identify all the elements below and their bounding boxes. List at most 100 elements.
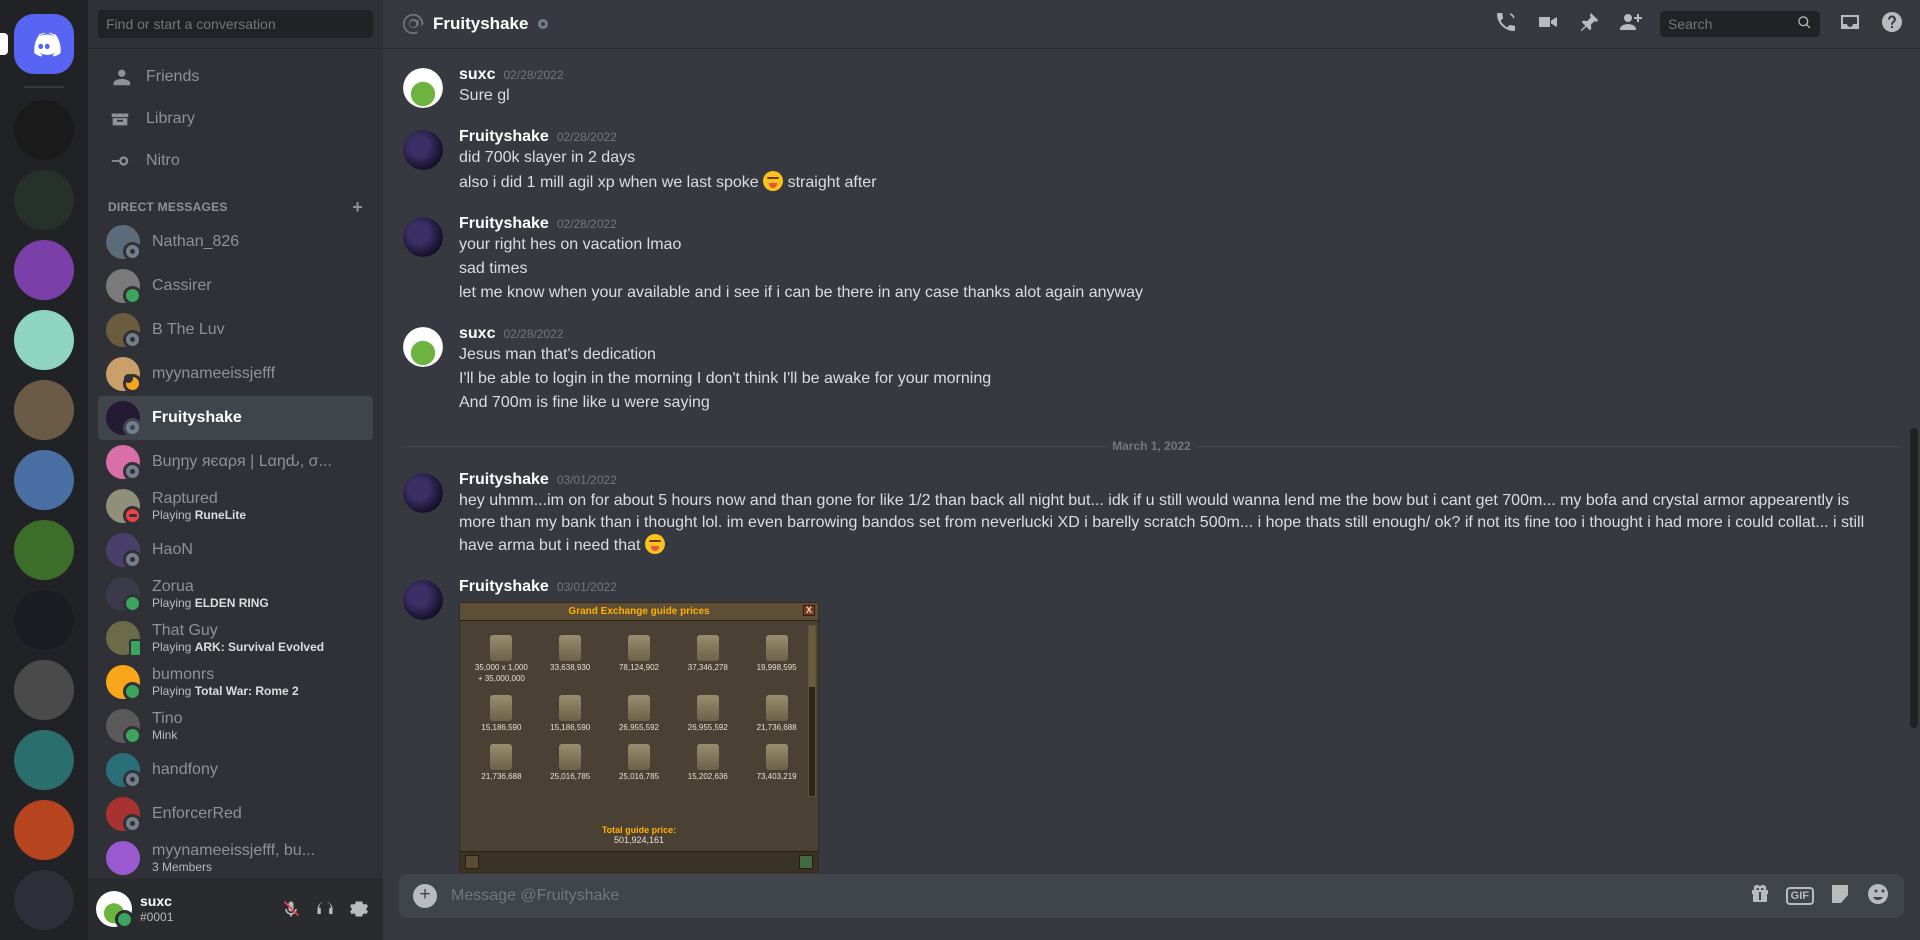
image-attachment-ge-prices[interactable]: Grand Exchange guide prices X 35,000 x 1,0… <box>459 602 819 873</box>
message-author[interactable]: suxc <box>459 325 495 343</box>
message-timestamp: 03/01/2022 <box>556 580 617 594</box>
guild-item[interactable] <box>0 100 88 160</box>
dm-subtitle: 3 Members <box>152 860 213 874</box>
help-icon[interactable] <box>1880 10 1904 39</box>
avatar <box>106 621 142 657</box>
dm-item-raptured[interactable]: Raptured Playing RuneLite <box>98 484 373 528</box>
guild-item[interactable] <box>0 240 88 300</box>
message-text: Sure gl <box>459 87 510 104</box>
inbox-icon[interactable] <box>1838 10 1862 39</box>
avatar[interactable] <box>403 217 443 257</box>
dm-scroll-area[interactable]: Friends Library Nitro DIRECT MESSAGES + … <box>88 48 383 878</box>
message-composer[interactable]: + Message @Fruityshake GIF <box>399 874 1904 918</box>
close-icon[interactable]: X <box>803 605 815 616</box>
ge-left-button[interactable] <box>465 855 479 869</box>
search-placeholder: Search <box>1668 16 1713 32</box>
dm-item-haon[interactable]: HaoN <box>98 528 373 572</box>
dm-item-fruityshake[interactable]: Fruityshake <box>98 396 373 440</box>
ge-scrollbar[interactable] <box>808 625 816 797</box>
gear-icon[interactable] <box>343 893 375 925</box>
dm-item-myynameeissjefff[interactable]: myynameeissjefff <box>98 352 373 396</box>
guild-icon[interactable] <box>14 100 74 160</box>
dm-name: myynameeissjefff, bu... <box>152 842 316 859</box>
dm-item-bumonrs[interactable]: bumonrs Playing Total War: Rome 2 <box>98 660 373 704</box>
avatar[interactable] <box>403 68 443 108</box>
search-input[interactable]: Search <box>1660 11 1820 37</box>
message-scrollbar[interactable] <box>1910 428 1918 728</box>
guild-icon[interactable] <box>14 590 74 650</box>
mic-muted-icon[interactable] <box>275 893 307 925</box>
dm-item-tino[interactable]: Tino Mink <box>98 704 373 748</box>
avatar[interactable] <box>403 327 443 367</box>
avatar <box>106 445 142 481</box>
guild-icon[interactable] <box>14 660 74 720</box>
call-icon[interactable] <box>1494 10 1518 39</box>
status-badge <box>123 506 142 525</box>
gif-icon[interactable]: GIF <box>1785 887 1814 905</box>
message-author[interactable]: Fruityshake <box>459 578 549 596</box>
guild-icon[interactable] <box>14 380 74 440</box>
guild-item[interactable] <box>0 590 88 650</box>
guild-item[interactable] <box>0 450 88 510</box>
sticker-icon[interactable] <box>1828 882 1852 911</box>
guild-item[interactable] <box>0 380 88 440</box>
message-author[interactable]: Fruityshake <box>459 128 549 146</box>
dm-item-handfony[interactable]: handfony <box>98 748 373 792</box>
sidebar-item-nitro[interactable]: Nitro <box>98 140 373 182</box>
ge-item: 73,403,219 <box>743 736 810 781</box>
message-author[interactable]: Fruityshake <box>459 471 549 489</box>
dm-item-that-guy[interactable]: That Guy Playing ARK: Survival Evolved <box>98 616 373 660</box>
video-call-icon[interactable] <box>1536 10 1560 39</box>
dm-item-cassirer[interactable]: Cassirer <box>98 264 373 308</box>
avatar[interactable] <box>96 891 134 929</box>
message-header: Fruityshake 02/28/2022 <box>459 128 1872 146</box>
guild-icon[interactable] <box>14 870 74 930</box>
guild-item[interactable] <box>0 310 88 370</box>
guild-item[interactable] <box>0 170 88 230</box>
guild-item[interactable] <box>0 660 88 720</box>
dm-item-zorua[interactable]: Zorua Playing ELDEN RING <box>98 572 373 616</box>
guild-item[interactable] <box>0 870 88 930</box>
emoji-icon[interactable] <box>1866 882 1890 911</box>
pin-icon[interactable] <box>1578 11 1600 38</box>
guild-icon[interactable] <box>14 170 74 230</box>
dm-item-nathan-826[interactable]: Nathan_826 <box>98 220 373 264</box>
message-list[interactable]: suxc 02/28/2022 Sure gl Fruityshake 02/28/20… <box>383 48 1920 874</box>
headphones-icon[interactable] <box>309 893 341 925</box>
guild-icon[interactable] <box>14 310 74 370</box>
message-author[interactable]: Fruityshake <box>459 215 549 233</box>
guild-item[interactable] <box>0 730 88 790</box>
guild-icon[interactable] <box>14 800 74 860</box>
avatar[interactable] <box>403 130 443 170</box>
ge-right-button[interactable] <box>799 855 813 869</box>
friends-icon <box>108 65 132 89</box>
avatar[interactable] <box>403 580 443 620</box>
guild-icon[interactable] <box>14 520 74 580</box>
add-friend-icon[interactable] <box>1618 10 1642 39</box>
avatar[interactable] <box>403 473 443 513</box>
dm-search-bar[interactable]: Find or start a conversation <box>88 0 383 48</box>
guild-home-wrap[interactable] <box>0 14 88 74</box>
dm-item-enforcerred[interactable]: EnforcerRed <box>98 792 373 836</box>
guild-icon[interactable] <box>14 450 74 510</box>
dm-item-b-the-luv[interactable]: B The Luv <box>98 308 373 352</box>
create-dm-button[interactable]: + <box>352 198 363 216</box>
message-author[interactable]: suxc <box>459 66 495 84</box>
guild-icon[interactable] <box>14 730 74 790</box>
guild-rail[interactable]: + <box>0 0 88 940</box>
chat-header-actions: Search <box>1494 10 1910 39</box>
find-conversation-input[interactable]: Find or start a conversation <box>98 10 373 38</box>
gift-icon[interactable] <box>1748 882 1772 911</box>
message-input[interactable]: Message @Fruityshake <box>451 887 1734 905</box>
dm-item-bu-y-l[interactable]: Buŋŋy яєαρя | Lαŋԃ, σ... <box>98 440 373 484</box>
guild-item[interactable] <box>0 800 88 860</box>
dm-name: B The Luv <box>152 321 225 338</box>
attach-file-button[interactable]: + <box>413 884 437 908</box>
message-timestamp: 02/28/2022 <box>503 327 564 341</box>
dm-item-myynameeissjefff-bu[interactable]: myynameeissjefff, bu... 3 Members <box>98 836 373 878</box>
home-button[interactable] <box>14 14 74 74</box>
guild-item[interactable] <box>0 520 88 580</box>
sidebar-item-friends[interactable]: Friends <box>98 56 373 98</box>
guild-icon[interactable] <box>14 240 74 300</box>
sidebar-item-library[interactable]: Library <box>98 98 373 140</box>
